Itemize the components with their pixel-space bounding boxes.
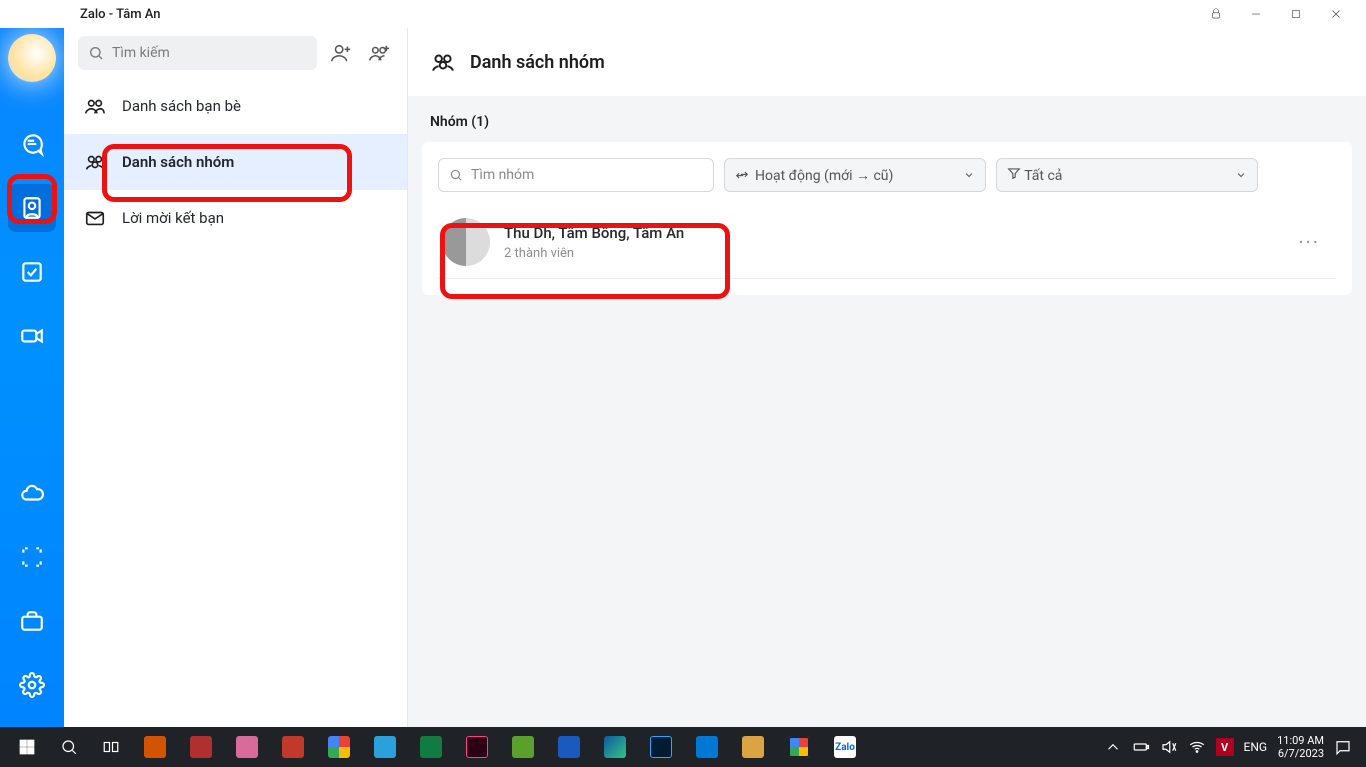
- taskbar-app[interactable]: [178, 727, 224, 767]
- window-title: Zalo - Tâm An: [80, 7, 161, 22]
- maximize-button[interactable]: [1276, 0, 1316, 28]
- tray-app-icon[interactable]: V: [1216, 738, 1234, 756]
- group-avatar: [442, 218, 490, 266]
- friends-icon: [84, 95, 106, 117]
- window-titlebar: Zalo - Tâm An: [0, 0, 1366, 28]
- taskbar-app-excel[interactable]: [408, 727, 454, 767]
- sidebar-item-invites[interactable]: Lời mời kết bạn: [64, 190, 407, 246]
- filter-label: Tất cả: [1024, 168, 1062, 184]
- nav-chat[interactable]: [8, 120, 56, 168]
- group-members: 2 thành viên: [504, 246, 684, 261]
- volume-icon[interactable]: [1160, 738, 1178, 756]
- nav-contacts[interactable]: [8, 184, 56, 232]
- taskbar-app-notes[interactable]: [730, 727, 776, 767]
- lock-icon[interactable]: [1196, 0, 1236, 28]
- left-navbar: [0, 28, 64, 727]
- main-title: Danh sách nhóm: [470, 52, 605, 73]
- taskbar-app-edge[interactable]: [592, 727, 638, 767]
- sort-label: Hoạt động (mới → cũ): [755, 167, 893, 184]
- envelope-icon: [84, 207, 106, 229]
- sidebar-item-friends[interactable]: Danh sách bạn bè: [64, 78, 407, 134]
- group-search-input[interactable]: Tìm nhóm: [438, 158, 714, 192]
- groups-icon: [84, 151, 106, 173]
- taskbar-app-chrome[interactable]: [316, 727, 362, 767]
- nav-briefcase[interactable]: [8, 597, 56, 645]
- search-placeholder: Tìm kiếm: [112, 45, 170, 61]
- language-indicator[interactable]: ENG: [1244, 740, 1268, 754]
- group-count-label: Nhóm (1): [408, 96, 1366, 142]
- battery-icon[interactable]: [1132, 738, 1150, 756]
- chevron-down-icon: [963, 169, 975, 181]
- taskbar-app-browser[interactable]: [684, 727, 730, 767]
- create-group-button[interactable]: [365, 39, 393, 67]
- taskbar-app-photoshop[interactable]: [638, 727, 684, 767]
- taskbar-app-chrome2[interactable]: [776, 727, 822, 767]
- sort-dropdown[interactable]: Hoạt động (mới → cũ): [724, 158, 986, 192]
- nav-todo[interactable]: [8, 248, 56, 296]
- main-area: Danh sách nhóm Nhóm (1) Tìm nhóm Hoạt độ…: [408, 28, 1366, 727]
- group-more-button[interactable]: ···: [1286, 230, 1332, 254]
- group-search-placeholder: Tìm nhóm: [471, 167, 534, 183]
- side-panel: Tìm kiếm Danh sách bạn bè Danh sách nhóm…: [64, 28, 408, 727]
- taskbar-app-zalo[interactable]: Zalo: [822, 727, 868, 767]
- chevron-down-icon: [1235, 169, 1247, 181]
- sidebar-item-label: Danh sách bạn bè: [122, 97, 241, 115]
- taskbar-taskview[interactable]: [90, 727, 132, 767]
- taskbar-app[interactable]: [224, 727, 270, 767]
- sidebar-item-label: Danh sách nhóm: [122, 153, 234, 171]
- taskbar-app-indesign[interactable]: [454, 727, 500, 767]
- clock-time: 11:09 AM: [1277, 734, 1324, 747]
- main-header: Danh sách nhóm: [408, 28, 1366, 96]
- nav-cloud[interactable]: [8, 469, 56, 517]
- taskbar-app-explorer[interactable]: [132, 727, 178, 767]
- add-friend-button[interactable]: [327, 39, 355, 67]
- filter-icon: [1007, 166, 1021, 180]
- taskbar-search[interactable]: [48, 727, 90, 767]
- start-button[interactable]: [6, 727, 48, 767]
- sort-icon: [735, 168, 749, 182]
- wifi-icon[interactable]: [1188, 738, 1206, 756]
- taskbar-app-word[interactable]: [546, 727, 592, 767]
- sidebar-item-groups[interactable]: Danh sách nhóm: [64, 134, 407, 190]
- taskbar-app-powerpoint[interactable]: [270, 727, 316, 767]
- search-input[interactable]: Tìm kiếm: [78, 36, 317, 70]
- group-row[interactable]: Thu Dh, Tâm Bông, Tâm An 2 thành viên ··…: [438, 206, 1336, 279]
- taskbar-app-coreldraw[interactable]: [500, 727, 546, 767]
- system-tray[interactable]: V ENG 11:09 AM 6/7/2023: [1104, 734, 1360, 760]
- filter-dropdown[interactable]: Tất cả: [996, 158, 1258, 192]
- groups-card: Tìm nhóm Hoạt động (mới → cũ) Tất cả: [422, 142, 1352, 295]
- tray-chevron-up-icon[interactable]: [1104, 738, 1122, 756]
- search-icon: [449, 168, 463, 182]
- search-icon: [88, 45, 104, 61]
- nav-settings[interactable]: [8, 661, 56, 709]
- nav-video[interactable]: [8, 312, 56, 360]
- minimize-button[interactable]: [1236, 0, 1276, 28]
- group-name: Thu Dh, Tâm Bông, Tâm An: [504, 224, 684, 242]
- notifications-icon[interactable]: [1334, 738, 1352, 756]
- close-button[interactable]: [1316, 0, 1356, 28]
- groups-header-icon: [430, 49, 456, 75]
- nav-capture[interactable]: [8, 533, 56, 581]
- clock-date: 6/7/2023: [1277, 747, 1324, 760]
- taskbar-app-telegram[interactable]: [362, 727, 408, 767]
- windows-taskbar: Zalo V ENG 11:09 AM 6/7/2023: [0, 727, 1366, 767]
- sidebar-item-label: Lời mời kết bạn: [122, 209, 224, 227]
- taskbar-clock[interactable]: 11:09 AM 6/7/2023: [1277, 734, 1324, 760]
- user-avatar[interactable]: [8, 34, 56, 82]
